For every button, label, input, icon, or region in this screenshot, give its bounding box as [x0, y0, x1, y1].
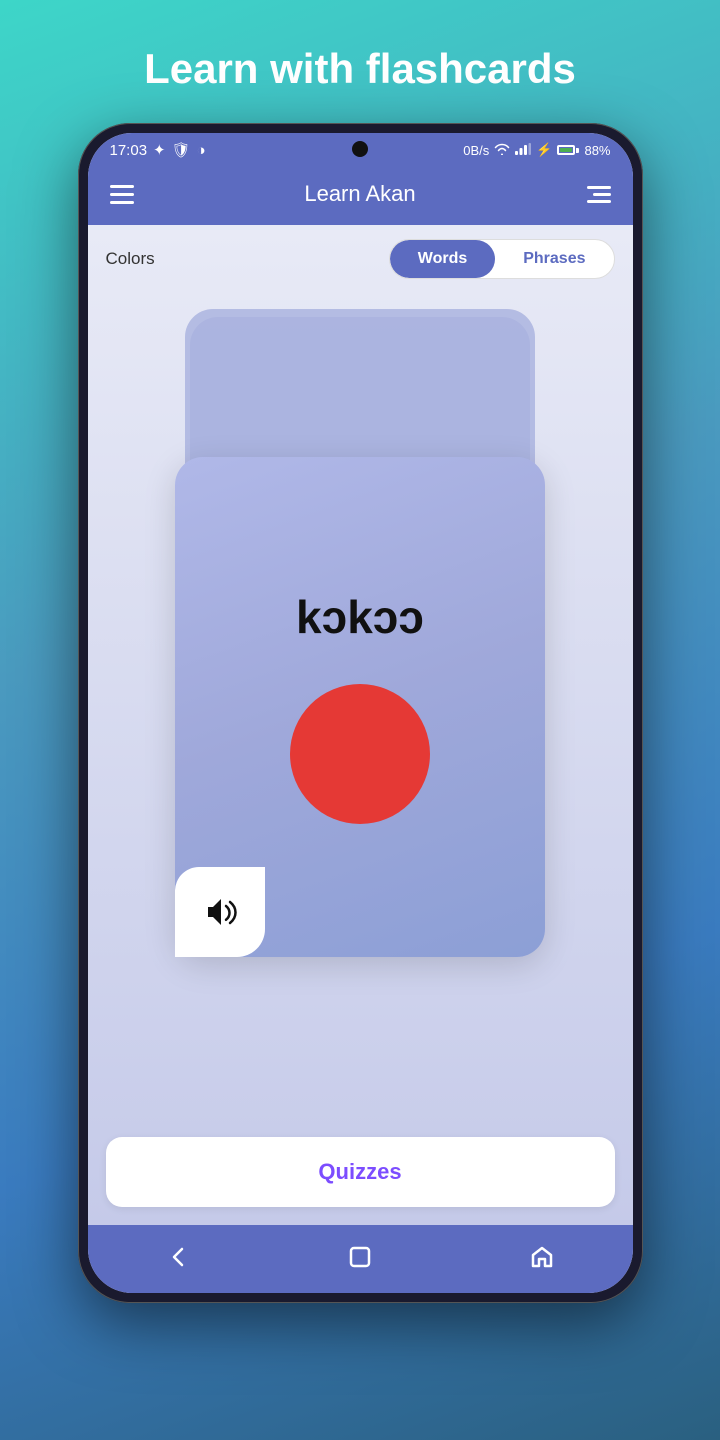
home-button[interactable] [342, 1239, 378, 1275]
top-nav: Learn Akan [88, 167, 633, 225]
volume-icon [200, 892, 240, 932]
charging-icon: ⚡ [536, 142, 552, 158]
square-button[interactable] [524, 1239, 560, 1275]
bottom-nav [88, 1225, 633, 1293]
quiz-button[interactable]: Quizzes [106, 1137, 615, 1207]
flashcard-front[interactable]: kɔkɔɔ [175, 457, 545, 957]
phrases-tab[interactable]: Phrases [495, 240, 613, 278]
signal-bars-icon [515, 143, 531, 158]
flashcard-word: kɔkɔɔ [296, 590, 424, 644]
nav-title: Learn Akan [304, 181, 415, 207]
signal-icon: ✦ [153, 141, 166, 159]
phone-screen: 17:03 ✦ 🛡 ◑ 0B/s [88, 133, 633, 1293]
flashcard-area: kɔkɔɔ [106, 299, 615, 1115]
tab-bar: Colors Words Phrases [106, 225, 615, 289]
words-tab[interactable]: Words [390, 240, 495, 278]
page-title: Learn with flashcards [144, 45, 576, 93]
camera-notch [352, 141, 368, 157]
color-circle [290, 684, 430, 824]
battery-percent: 88% [584, 143, 610, 158]
shield-icon: 🛡 [172, 141, 191, 159]
data-speed: 0B/s [463, 143, 489, 158]
phone-frame: 17:03 ✦ 🛡 ◑ 0B/s [78, 123, 643, 1303]
main-content: Colors Words Phrases kɔkɔɔ [88, 225, 633, 1225]
moon-icon: ◑ [197, 142, 206, 159]
status-time: 17:03 [110, 142, 148, 159]
battery-indicator [557, 145, 579, 155]
hamburger-menu-button[interactable] [110, 185, 134, 204]
wifi-icon [494, 143, 510, 158]
tab-container: Words Phrases [389, 239, 615, 279]
category-label: Colors [106, 249, 155, 269]
filter-button[interactable] [587, 186, 611, 203]
sound-button[interactable] [175, 867, 265, 957]
back-button[interactable] [160, 1239, 196, 1275]
